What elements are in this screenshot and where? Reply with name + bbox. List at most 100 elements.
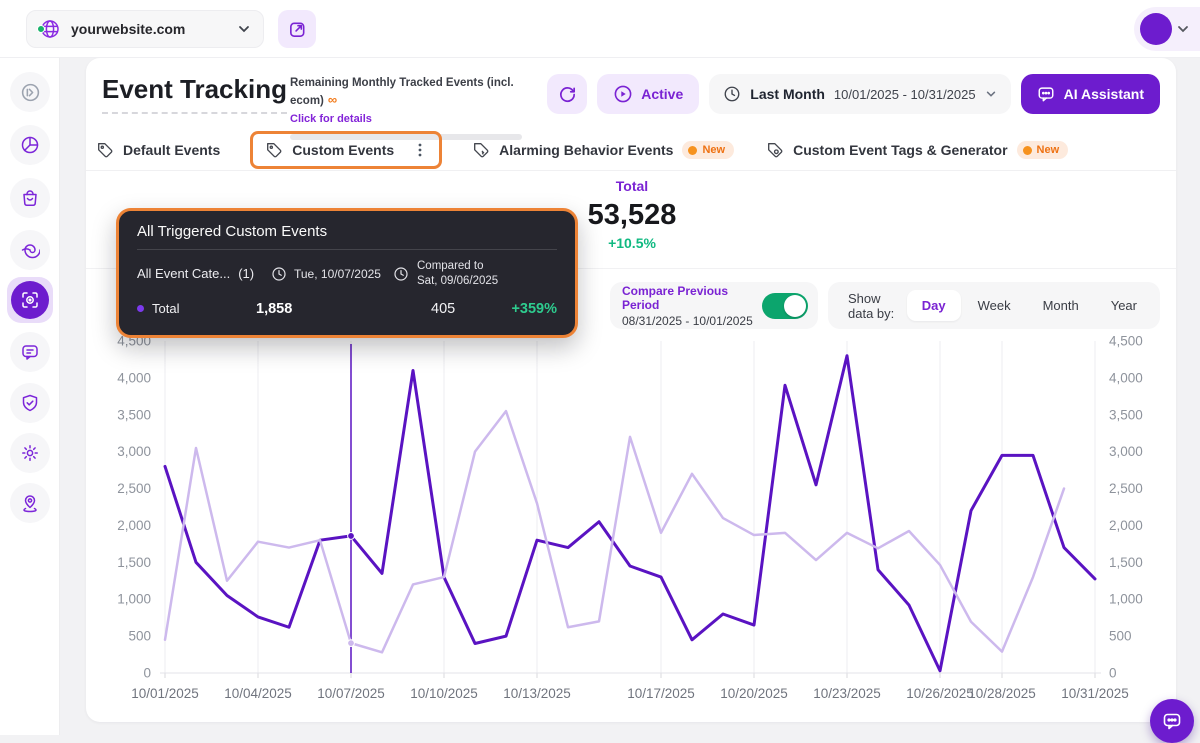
chat-bubble-icon <box>1161 710 1183 732</box>
compared-to-label: Compared to <box>417 260 483 272</box>
series-dot <box>137 305 144 312</box>
events-line-chart[interactable]: 10/01/202510/04/202510/07/202510/10/2025… <box>86 330 1176 722</box>
period-label: Last Month <box>750 86 825 102</box>
chevron-down-icon <box>985 88 997 100</box>
granularity-month[interactable]: Month <box>1028 290 1094 321</box>
svg-text:0: 0 <box>143 666 151 681</box>
sidebar-item-feedback[interactable] <box>10 332 50 372</box>
chevron-down-icon <box>1176 22 1190 36</box>
gear-icon <box>20 443 40 463</box>
shield-check-icon <box>20 393 40 413</box>
compare-label: Compare Previous Period <box>622 284 762 312</box>
tab-default-events[interactable]: Default Events <box>96 141 220 159</box>
svg-text:3,000: 3,000 <box>1109 444 1143 459</box>
svg-text:10/26/2025: 10/26/2025 <box>906 686 974 701</box>
page-title: Event Tracking <box>102 74 287 114</box>
granularity-selector: Show data by: Day Week Month Year <box>828 282 1160 329</box>
compare-range: 08/31/2025 - 10/01/2025 <box>622 314 762 328</box>
arrow-right-circle-icon <box>20 82 41 103</box>
external-link-icon <box>288 20 307 39</box>
badge-dot <box>688 146 697 155</box>
tooltip-category: All Event Cate...(1) <box>137 266 271 281</box>
tag-alert-icon <box>472 141 490 159</box>
chat-bubble-icon <box>1037 85 1055 103</box>
compare-toggle-on[interactable] <box>762 293 808 319</box>
svg-text:10/20/2025: 10/20/2025 <box>720 686 788 701</box>
shopping-bag-icon <box>20 188 40 208</box>
granularity-year[interactable]: Year <box>1096 290 1152 321</box>
svg-text:4,000: 4,000 <box>117 370 151 385</box>
sidebar-item-collapse[interactable] <box>10 72 50 112</box>
sidebar-item-settings[interactable] <box>10 433 50 473</box>
active-status-button[interactable]: Active <box>597 74 699 114</box>
compare-previous-period: Compare Previous Period 08/31/2025 - 10/… <box>610 282 818 329</box>
svg-text:1,500: 1,500 <box>117 555 151 570</box>
account-menu[interactable] <box>1134 7 1200 51</box>
svg-text:3,500: 3,500 <box>117 407 151 422</box>
svg-text:10/17/2025: 10/17/2025 <box>627 686 695 701</box>
target-focus-icon <box>20 290 40 310</box>
category-count: (1) <box>238 266 254 281</box>
show-data-by-label: Show data by: <box>848 291 895 321</box>
svg-text:10/04/2025: 10/04/2025 <box>224 686 292 701</box>
tooltip-values-row: Total 1,858 405 +359% <box>137 301 557 317</box>
tab-custom-events[interactable]: Custom Events <box>250 131 442 169</box>
sidebar-item-ecommerce[interactable] <box>10 178 50 218</box>
left-sidebar <box>0 58 60 735</box>
svg-text:1,000: 1,000 <box>1109 592 1143 607</box>
granularity-week[interactable]: Week <box>963 290 1026 321</box>
svg-text:2,000: 2,000 <box>1109 518 1143 533</box>
location-pin-icon <box>20 493 40 513</box>
new-badge: New <box>682 141 734 159</box>
tag-icon <box>96 141 114 159</box>
series-label: Total <box>152 301 179 316</box>
tab-alarming-behavior-events[interactable]: Alarming Behavior Events New <box>472 141 734 159</box>
tab-label: Custom Event Tags & Generator <box>793 142 1007 158</box>
website-name: yourwebsite.com <box>71 21 237 37</box>
total-value: 53,528 <box>562 199 702 232</box>
globe-icon <box>39 18 61 40</box>
sidebar-item-privacy[interactable] <box>10 383 50 423</box>
svg-text:500: 500 <box>128 629 151 644</box>
clock-icon <box>271 266 287 282</box>
tooltip-date: Tue, 10/07/2025 <box>271 266 393 282</box>
header-controls: Active Last Month 10/01/2025 - 10/31/202… <box>547 74 1160 114</box>
refresh-button[interactable] <box>547 74 587 114</box>
date-range-selector[interactable]: Last Month 10/01/2025 - 10/31/2025 <box>709 74 1010 114</box>
website-selector[interactable]: yourwebsite.com <box>26 10 264 48</box>
chart-area: 10/01/202510/04/202510/07/202510/10/2025… <box>86 330 1176 722</box>
tag-icon <box>265 141 283 159</box>
tooltip-title: All Triggered Custom Events <box>137 223 557 250</box>
svg-text:1,000: 1,000 <box>117 592 151 607</box>
spiral-icon <box>20 240 40 260</box>
svg-text:2,000: 2,000 <box>117 518 151 533</box>
granularity-day[interactable]: Day <box>907 290 961 321</box>
click-for-details-link[interactable]: Click for details <box>290 113 372 125</box>
tracked-events-label: Remaining Monthly Tracked Events (incl. … <box>290 77 514 107</box>
support-chat-fab[interactable] <box>1150 699 1194 743</box>
tab-custom-event-tags-generator[interactable]: Custom Event Tags & Generator New <box>766 141 1068 159</box>
ai-assistant-button[interactable]: AI Assistant <box>1021 74 1160 114</box>
svg-text:2,500: 2,500 <box>117 481 151 496</box>
period-range: 10/01/2025 - 10/31/2025 <box>834 87 976 102</box>
sidebar-item-events-active[interactable] <box>7 277 53 323</box>
svg-text:4,500: 4,500 <box>1109 334 1143 349</box>
clock-icon <box>723 85 741 103</box>
total-change: +10.5% <box>562 235 702 251</box>
avatar <box>1140 13 1172 45</box>
badge-dot <box>1023 146 1032 155</box>
svg-text:2,500: 2,500 <box>1109 481 1143 496</box>
status-dot <box>37 25 45 33</box>
sidebar-item-dashboard[interactable] <box>10 125 50 165</box>
sidebar-item-locations[interactable] <box>10 483 50 523</box>
kebab-menu-icon[interactable] <box>413 142 427 158</box>
chevron-down-icon <box>237 22 251 36</box>
svg-text:10/31/2025: 10/31/2025 <box>1061 686 1129 701</box>
sidebar-item-recordings[interactable] <box>10 230 50 270</box>
tab-label: Default Events <box>123 142 220 158</box>
svg-text:10/10/2025: 10/10/2025 <box>410 686 478 701</box>
open-external-button[interactable] <box>278 10 316 48</box>
svg-text:10/13/2025: 10/13/2025 <box>503 686 571 701</box>
chart-tooltip: All Triggered Custom Events All Event Ca… <box>116 208 578 338</box>
svg-text:10/07/2025: 10/07/2025 <box>317 686 385 701</box>
